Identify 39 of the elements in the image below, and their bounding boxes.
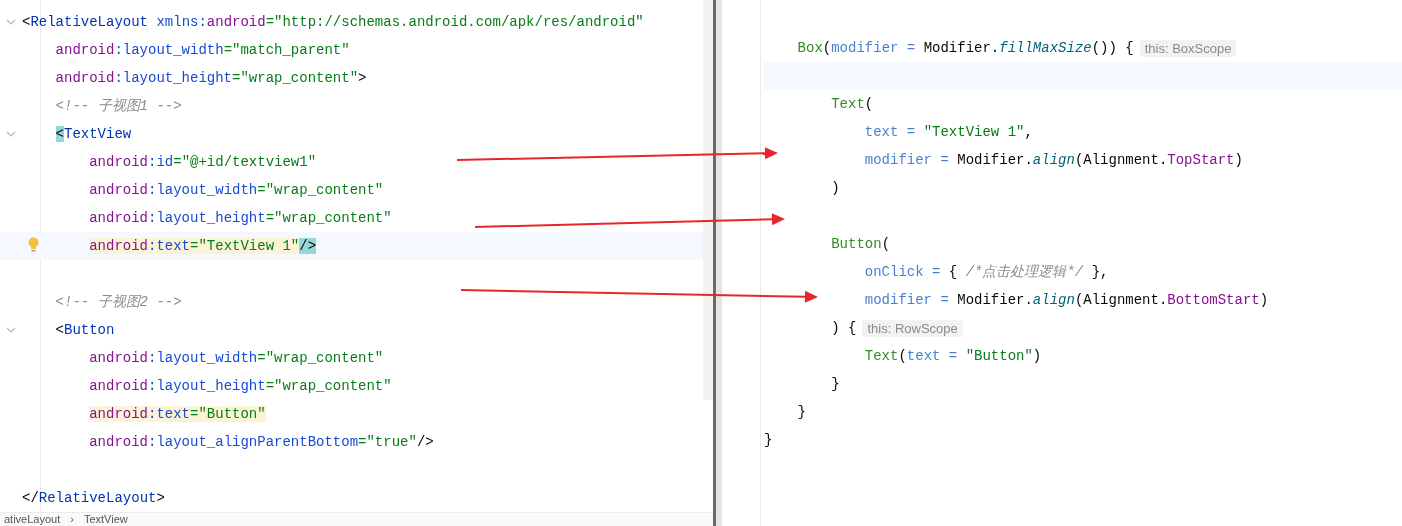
code-line: Box(modifier = Modifier.fillMaxSize()) {	[797, 40, 1134, 56]
inlay-hint: this: BoxScope	[1139, 39, 1237, 57]
code-line: )	[831, 180, 840, 196]
code-line: }	[831, 376, 840, 392]
code-line: android:layout_alignParentBottom="true"/>	[89, 434, 434, 450]
code-line: android:layout_width="wrap_content"	[89, 182, 384, 198]
breadcrumb-item[interactable]: ativeLayout	[4, 513, 61, 526]
scrollbar[interactable]	[703, 0, 713, 400]
lightbulb-icon[interactable]	[28, 237, 39, 253]
code-line: <RelativeLayout xmlns:android="http://schemas.android.com/apk/res/android"	[22, 14, 644, 30]
code-line: modifier = Modifier.align(Alignment.TopStart)	[864, 152, 1243, 168]
code-line: android:id="@+id/textview1"	[89, 154, 317, 170]
code-line: <TextView	[55, 126, 132, 142]
code-line: android:layout_height="wrap_content">	[55, 70, 367, 86]
code-line: onClick = { /*点击处理逻辑*/ },	[864, 263, 1109, 281]
fold-icon[interactable]	[6, 327, 16, 333]
fold-icon[interactable]	[6, 131, 16, 137]
fold-icon[interactable]	[6, 19, 16, 25]
code-line: </RelativeLayout>	[22, 490, 165, 506]
code-line: android:layout_height="wrap_content"	[89, 378, 392, 394]
code-line: android:text="Button"	[89, 406, 266, 422]
code-line: }	[764, 432, 773, 448]
code-line: text = "TextView 1",	[864, 124, 1033, 140]
code-line: android:text="TextView 1"/>	[89, 238, 317, 254]
code-line: android:layout_width="wrap_content"	[89, 350, 384, 366]
breadcrumb-item[interactable]: ›	[70, 513, 74, 526]
code-line: android:layout_width="match_parent"	[55, 42, 350, 58]
code-line: Text(	[831, 96, 874, 112]
code-line: Text(text = "Button")	[864, 348, 1042, 364]
code-line: ) {	[831, 320, 857, 336]
code-line: <Button	[55, 322, 115, 338]
code-line: modifier = Modifier.align(Alignment.BottomStart)	[864, 292, 1269, 308]
breadcrumb-item[interactable]: TextView	[83, 513, 128, 526]
code-line: }	[797, 404, 806, 420]
code-line: <!-- 子视图2 -->	[55, 293, 182, 311]
code-line: <!-- 子视图1 -->	[55, 97, 182, 115]
code-line: android:layout_height="wrap_content"	[89, 210, 392, 226]
code-line: Button(	[831, 236, 891, 252]
inlay-hint: this: RowScope	[862, 319, 963, 337]
